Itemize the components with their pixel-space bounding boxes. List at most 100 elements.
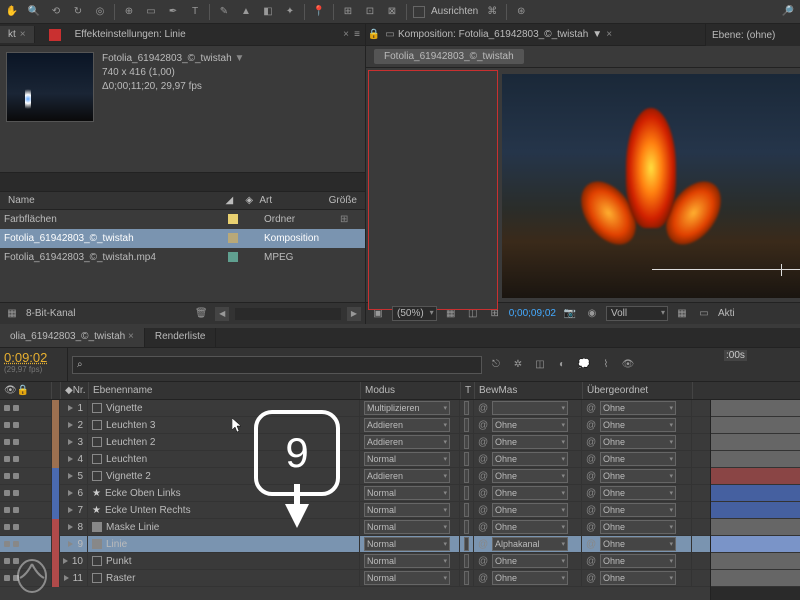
scroll-right-icon[interactable]: ▶ [347, 307, 361, 321]
parent-dropdown[interactable]: Ohne [600, 520, 676, 534]
layer-track-bar[interactable] [711, 502, 800, 519]
layer-track-bar[interactable] [711, 434, 800, 451]
magnet-icon[interactable]: ⊛ [513, 4, 529, 20]
track-matte-type-dropdown[interactable] [464, 418, 469, 432]
pickwhip-icon[interactable]: @ [478, 556, 490, 567]
parent-dropdown[interactable]: Ohne [600, 571, 676, 585]
track-matte-type-dropdown[interactable] [464, 469, 469, 483]
world-axis-icon[interactable]: ⊡ [362, 4, 378, 20]
pickwhip-icon[interactable]: @ [586, 488, 598, 499]
blend-mode-dropdown[interactable]: Normal [364, 520, 450, 534]
track-matte-dropdown[interactable]: Ohne [492, 554, 568, 568]
motion-blur-icon[interactable]: ◐ [554, 357, 570, 373]
active-camera-label[interactable]: Akti [718, 308, 735, 319]
comp-mini-flowchart-icon[interactable]: ⎋ [488, 357, 504, 373]
expand-layer-icon[interactable] [68, 541, 73, 547]
visibility-toggle[interactable] [4, 507, 10, 513]
project-filter-bar[interactable] [0, 172, 365, 192]
graph-editor-icon[interactable]: ⌇ [598, 357, 614, 373]
layer-track-bar[interactable] [711, 468, 800, 485]
pickwhip-icon[interactable]: @ [586, 403, 598, 414]
layer-row[interactable]: 3 Leuchten 2 Addieren @Ohne @Ohne [0, 434, 710, 451]
expand-layer-icon[interactable] [64, 575, 69, 581]
visibility-toggle[interactable] [4, 541, 10, 547]
snapshot-icon[interactable]: 📷 [562, 306, 578, 322]
solo-toggle[interactable] [13, 490, 19, 496]
blend-mode-dropdown[interactable]: Normal [364, 537, 450, 551]
expand-layer-icon[interactable] [68, 524, 73, 530]
layer-color-label[interactable] [52, 434, 59, 451]
expand-layer-icon[interactable] [68, 507, 73, 513]
track-matte-dropdown[interactable]: Ohne [492, 469, 568, 483]
comp-breadcrumb[interactable]: Fotolia_61942803_©_twistah [374, 49, 524, 64]
track-matte-dropdown[interactable]: Ohne [492, 435, 568, 449]
timeline-comp-tab[interactable]: olia_61942803_©_twistah × [0, 328, 145, 347]
expand-layer-icon[interactable] [68, 490, 73, 496]
trash-icon[interactable]: 🗑 [193, 306, 209, 322]
anchor-tool-icon[interactable]: ⊕ [121, 4, 137, 20]
layer-color-label[interactable] [52, 400, 59, 417]
camera-tool-icon[interactable]: ◎ [92, 4, 108, 20]
track-matte-type-dropdown[interactable] [464, 554, 469, 568]
blend-mode-dropdown[interactable]: Normal [364, 452, 450, 466]
pickwhip-icon[interactable]: @ [478, 488, 490, 499]
track-matte-type-dropdown[interactable] [464, 520, 469, 534]
close-icon[interactable]: × [20, 29, 26, 40]
solo-toggle[interactable] [13, 473, 19, 479]
pickwhip-icon[interactable]: @ [586, 556, 598, 567]
resolution-dropdown[interactable]: Voll [606, 306, 668, 321]
channel-icon[interactable]: ◉ [584, 306, 600, 322]
pickwhip-icon[interactable]: @ [586, 471, 598, 482]
layer-row[interactable]: 9 Linie Normal @Alphakanal @Ohne [0, 536, 710, 553]
expand-layer-icon[interactable] [68, 405, 73, 411]
track-matte-dropdown[interactable]: Alphakanal [492, 537, 568, 551]
solo-toggle[interactable] [13, 422, 19, 428]
panel-menu-icon[interactable]: ≡ [349, 27, 365, 43]
expand-layer-icon[interactable] [68, 456, 73, 462]
close-icon[interactable]: × [606, 29, 612, 40]
shape-tool-icon[interactable]: ▭ [143, 4, 159, 20]
solo-toggle[interactable] [13, 507, 19, 513]
layer-track-bar[interactable] [711, 485, 800, 502]
hand-tool-icon[interactable]: ✋ [4, 4, 20, 20]
transparency-icon[interactable]: ▦ [674, 306, 690, 322]
effect-tab-short[interactable]: kt× [0, 26, 35, 43]
layer-color-label[interactable] [52, 485, 59, 502]
pickwhip-icon[interactable]: @ [586, 505, 598, 516]
layer-row[interactable]: 11 Raster Normal @Ohne @Ohne [0, 570, 710, 587]
bit-depth-toggle[interactable]: 8-Bit-Kanal [26, 308, 75, 319]
layer-row[interactable]: 2 Leuchten 3 Addieren @Ohne @Ohne [0, 417, 710, 434]
track-matte-dropdown[interactable]: Ohne [492, 452, 568, 466]
3d-view-icon[interactable]: ▭ [696, 306, 712, 322]
layer-row[interactable]: 6 ★Ecke Oben Links Normal @Ohne @Ohne [0, 485, 710, 502]
layer-track-bar[interactable] [711, 417, 800, 434]
project-row[interactable]: Fotolia_61942803_©_twistah.mp4MPEG [0, 248, 365, 267]
pickwhip-icon[interactable]: @ [478, 454, 490, 465]
parent-dropdown[interactable]: Ohne [600, 486, 676, 500]
pickwhip-icon[interactable]: @ [586, 437, 598, 448]
pen-tool-icon[interactable]: ✒ [165, 4, 181, 20]
viewer-timecode[interactable]: 0;00;09;02 [509, 308, 556, 319]
search-help-icon[interactable]: 🔎 [780, 4, 796, 20]
tag-icon[interactable]: ◈ [241, 195, 255, 206]
local-axis-icon[interactable]: ⊞ [340, 4, 356, 20]
eraser-tool-icon[interactable]: ◧ [260, 4, 276, 20]
layer-track-bar[interactable] [711, 451, 800, 468]
layer-row[interactable]: 10 Punkt Normal @Ohne @Ohne [0, 553, 710, 570]
track-matte-dropdown[interactable]: Ohne [492, 520, 568, 534]
track-matte-type-dropdown[interactable] [464, 503, 469, 517]
solo-toggle[interactable] [13, 456, 19, 462]
visibility-toggle[interactable] [4, 524, 10, 530]
lock-icon[interactable]: 🔒 [366, 27, 382, 43]
visibility-toggle[interactable] [4, 405, 10, 411]
layer-color-label[interactable] [52, 519, 59, 536]
track-matte-type-dropdown[interactable] [464, 486, 469, 500]
visibility-toggle[interactable] [4, 422, 10, 428]
pin-tool-icon[interactable]: 📍 [311, 4, 327, 20]
layer-track-bar[interactable] [711, 553, 800, 570]
rotate-tool-icon[interactable]: ↻ [70, 4, 86, 20]
expand-column-icon[interactable]: ◆ [65, 385, 73, 396]
pickwhip-icon[interactable]: @ [478, 539, 490, 550]
text-tool-icon[interactable]: T [187, 4, 203, 20]
solo-toggle[interactable] [13, 405, 19, 411]
